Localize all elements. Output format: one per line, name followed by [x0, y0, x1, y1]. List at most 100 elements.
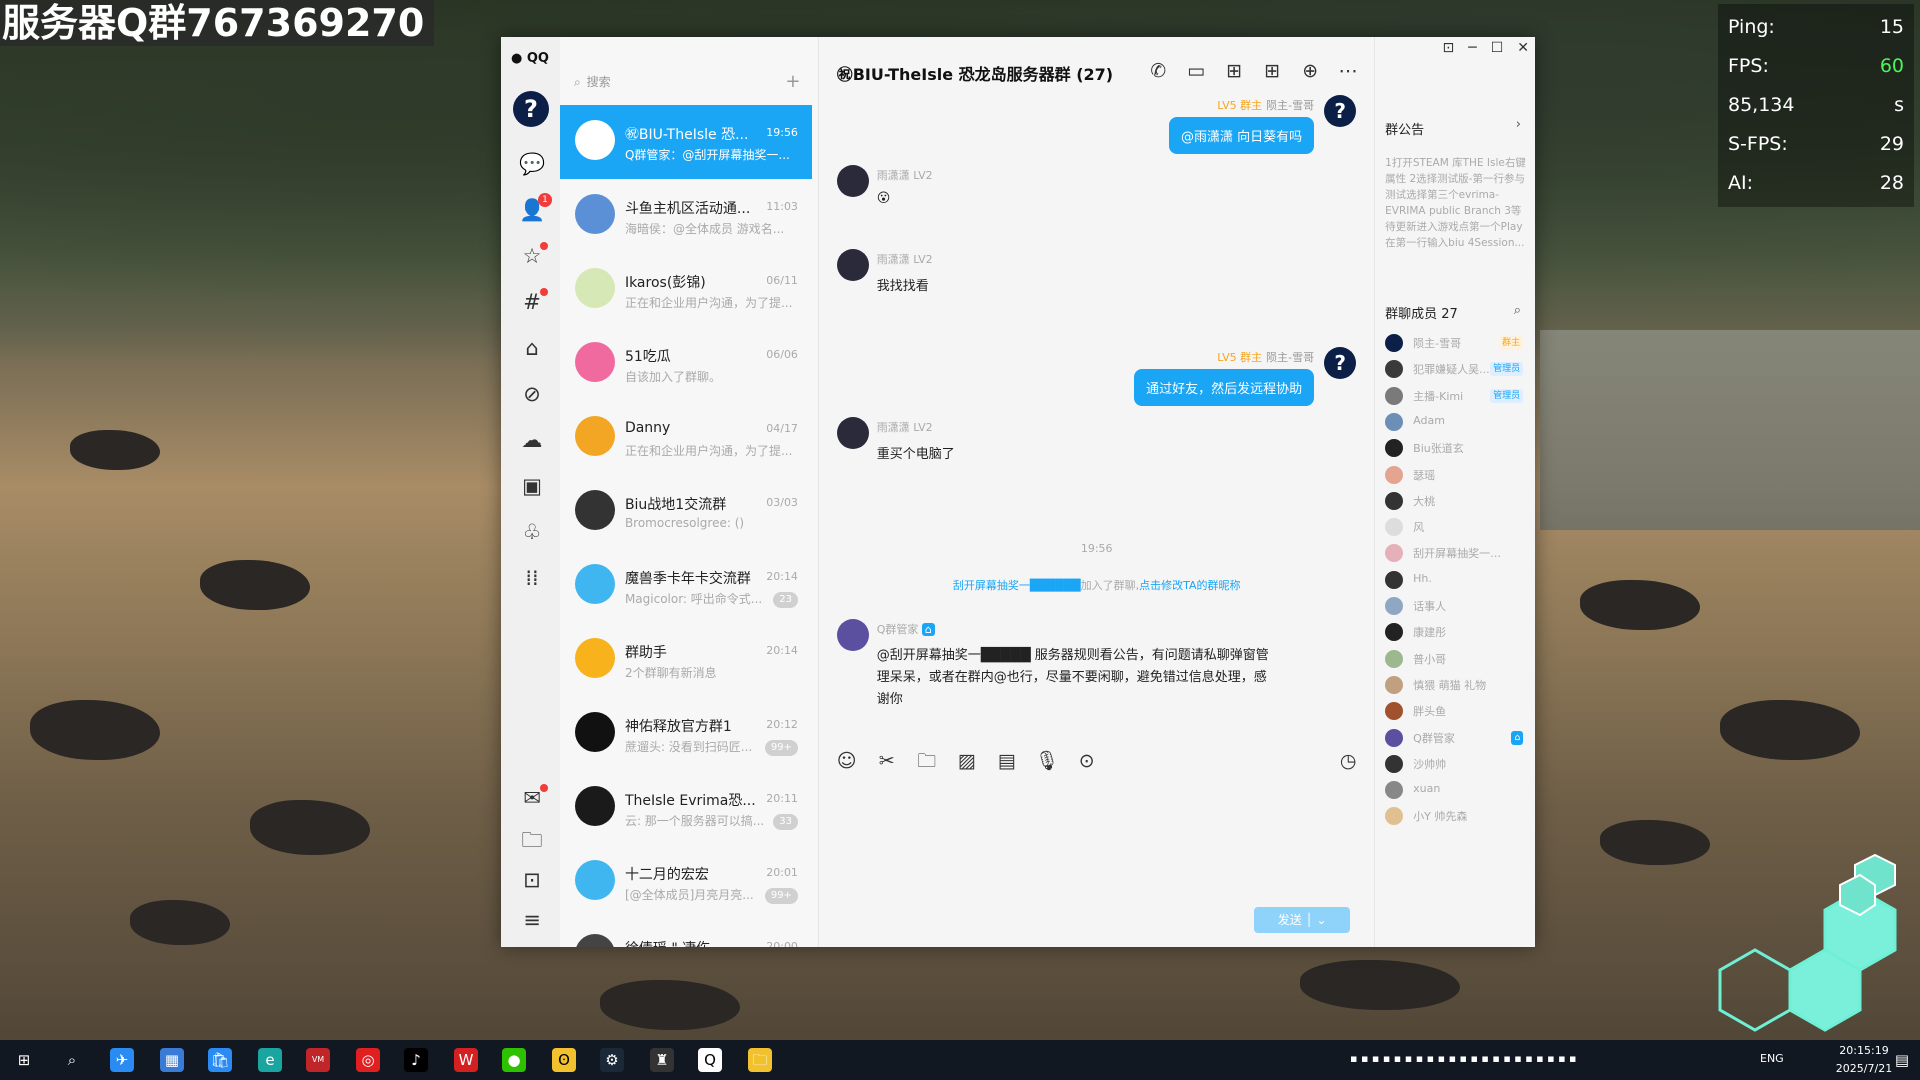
store-icon[interactable]: 🛍 [208, 1048, 232, 1072]
red-packet-icon[interactable]: ▤ [995, 749, 1019, 773]
history-icon[interactable]: ◷ [1336, 749, 1360, 773]
member-item[interactable]: 瑟瑶 [1385, 465, 1535, 485]
system-tray-icons[interactable]: ▪ ▪ ▪ ▪ ▪ ▪ ▪ ▪ ▪ ▪ ▪ ▪ ▪ ▪ ▪ ▪ ▪ ▪ ▪ ▪ … [1350, 1052, 1577, 1065]
microphone-icon[interactable]: 🎙 [1035, 749, 1059, 773]
apps-icon[interactable]: ⁞⁞ [519, 565, 545, 591]
conversation-item[interactable]: 魔兽季卡年卡交流群 20:14 Magicolor: 呼出命令式... 23 [560, 549, 812, 623]
language-indicator[interactable]: ENG [1760, 1052, 1784, 1065]
member-item[interactable]: 犯罪嫌疑人吴... 管理员 [1385, 359, 1535, 379]
conversation-item[interactable]: 斗鱼主机区活动通... 11:03 海暗侯：@全体成员 游戏名... [560, 179, 812, 253]
sender-avatar[interactable] [836, 417, 869, 449]
member-item[interactable]: 胖头鱼 [1385, 701, 1535, 721]
maximize-icon[interactable]: ☐ [1491, 40, 1504, 56]
sender-avatar[interactable] [836, 165, 869, 197]
bot-avatar[interactable] [836, 619, 869, 651]
send-button[interactable]: 发送 │ ⌄ [1254, 907, 1351, 933]
chat-icon[interactable]: 💬 [519, 151, 545, 177]
message-text[interactable]: 重买个电脑了 [877, 443, 955, 462]
notification-icon[interactable]: ▤ [1890, 1048, 1914, 1072]
message-text[interactable]: @刮开屏幕抽奖一█████ 服务器规则看公告，有问题请私聊弹窗管理呆呆，或者在群… [877, 645, 1277, 711]
owl-app-icon[interactable]: ʘ [552, 1048, 576, 1072]
bookmark-icon[interactable]: ⊡ [519, 867, 545, 893]
conversation-item[interactable]: 徐倩瑶 " 凄伤20:00 [560, 919, 812, 947]
more-icon[interactable]: ⋯ [1336, 59, 1360, 83]
video-icon[interactable]: ▭ [1184, 59, 1208, 83]
wechat-icon[interactable]: ● [502, 1048, 526, 1072]
conversation-item[interactable]: 十二月的宏宏 20:01 [@全体成员]月亮月亮... 99+ [560, 845, 812, 919]
member-item[interactable]: Biu张道玄 [1385, 438, 1535, 458]
conversation-item[interactable]: Danny 04/17 正在和企业用户沟通，为了提... [560, 401, 812, 475]
tiktok-icon[interactable]: ♪ [404, 1048, 428, 1072]
conversation-item[interactable]: 51吃瓜 06/06 自该加入了群聊。 [560, 327, 812, 401]
image-icon[interactable]: ▨ [955, 749, 979, 773]
message-bubble[interactable]: 通过好友，然后发远程协助 [1134, 369, 1315, 406]
member-item[interactable]: 小Y 帅先森 [1385, 806, 1535, 826]
pin-icon[interactable]: ⊡ [1443, 40, 1455, 56]
game-icon[interactable]: ▣ [519, 473, 545, 499]
member-item[interactable]: 话事人 [1385, 596, 1535, 616]
conversation-item[interactable]: 神佑释放官方群1 20:12 蔗遛头: 没看到扫码匠... 99+ [560, 697, 812, 771]
close-icon[interactable]: ✕ [1517, 40, 1529, 56]
file-explorer-icon[interactable]: 🗀 [748, 1048, 772, 1072]
netease-music-icon[interactable]: ◎ [356, 1048, 380, 1072]
member-item[interactable]: 康建彤 [1385, 622, 1535, 642]
taskbar-clock[interactable]: 20:15:19 2025/7/21 [1832, 1042, 1896, 1078]
member-item[interactable]: 刮开屏幕抽奖一████... [1385, 543, 1535, 563]
member-item[interactable]: 普小哥 [1385, 649, 1535, 669]
add-circle-icon[interactable]: ⊕ [1298, 59, 1322, 83]
emoji-icon[interactable]: ☺ [835, 749, 859, 773]
member-item[interactable]: Q群管家 ⌂ [1385, 728, 1535, 748]
wps-icon[interactable]: W [454, 1048, 478, 1072]
conversation-item[interactable]: TheIsle Evrima恐... 20:11 云: 那一个服务器可以搞... 33 [560, 771, 812, 845]
new-member-link[interactable]: 刮开屏幕抽奖一██████ [953, 579, 1081, 592]
message-text[interactable]: 我找找看 [877, 275, 929, 294]
member-item[interactable]: 风 [1385, 517, 1535, 537]
edge-icon[interactable]: e [258, 1048, 282, 1072]
menu-icon[interactable]: ≡ [519, 907, 545, 933]
member-item[interactable]: 大桃 [1385, 491, 1535, 511]
announcement-title[interactable]: 群公告 [1385, 119, 1424, 138]
qq-taskbar-icon[interactable]: Q [698, 1048, 722, 1072]
message-text[interactable]: 😮 [877, 191, 891, 206]
scissors-icon[interactable]: ✂ [875, 749, 899, 773]
folder-icon[interactable]: 🗀 [519, 827, 545, 853]
robot-icon[interactable]: ⊙ [1075, 749, 1099, 773]
member-item[interactable]: xuan [1385, 780, 1535, 800]
conversation-item[interactable]: 群助手 20:14 2个群聊有新消息 [560, 623, 812, 697]
phone-icon[interactable]: ✆ [1146, 59, 1170, 83]
windows-start-icon[interactable]: ⊞ [12, 1048, 36, 1072]
sender-avatar[interactable] [836, 249, 869, 281]
steam-icon[interactable]: ⚙ [600, 1048, 624, 1072]
member-item[interactable]: 主播-Kimi 管理员 [1385, 386, 1535, 406]
member-item[interactable]: 沙帅帅 [1385, 754, 1535, 774]
member-item[interactable]: 慎猥 萌猫 礼物 [1385, 675, 1535, 695]
user-avatar[interactable]: ? [513, 91, 549, 127]
voicemeeter-icon[interactable]: VM [306, 1048, 330, 1072]
game-app-icon[interactable]: ♜ [650, 1048, 674, 1072]
screen-share-icon[interactable]: ⊞ [1222, 59, 1246, 83]
announcement-body[interactable]: 1打开STEAM 库THE Isle右键属性 2选择测试版-第一行参与测试选择第… [1385, 155, 1530, 251]
conversation-item[interactable]: ㊗BIU-TheIsle 恐... 19:56 Q群管家：@刮开屏幕抽奖一... [559, 105, 812, 179]
member-item[interactable]: 陨主-雪哥 群主 [1385, 333, 1535, 353]
calculator-icon[interactable]: ▦ [160, 1048, 184, 1072]
chevron-right-icon[interactable]: › [1516, 117, 1521, 132]
message-bubble[interactable]: @雨潇潇 向日葵有吗 [1169, 117, 1315, 154]
search-icon[interactable]: ⌕ [60, 1048, 84, 1072]
member-item[interactable]: Adam [1385, 412, 1535, 432]
penguin-icon[interactable]: ♧ [519, 519, 545, 545]
link-icon[interactable]: ⊘ [519, 381, 545, 407]
add-button[interactable]: + [780, 69, 806, 95]
book-icon[interactable]: ⌂ [519, 335, 545, 361]
member-item[interactable]: Hh. [1385, 570, 1535, 590]
app-icon[interactable]: ✈ [110, 1048, 134, 1072]
rename-link[interactable]: 点击修改TA的群昵称 [1139, 579, 1240, 592]
cloud-icon[interactable]: ☁ [519, 427, 545, 453]
sender-avatar[interactable]: ? [1324, 95, 1357, 127]
conversation-item[interactable]: Biu战地1交流群 03/03 Bromocresolgree: () [560, 475, 812, 549]
minimize-icon[interactable]: ─ [1468, 40, 1476, 56]
sender-avatar[interactable]: ? [1324, 347, 1357, 379]
search-input[interactable]: ⌕ 搜索 [574, 69, 774, 95]
apps-grid-icon[interactable]: ⊞ [1260, 59, 1284, 83]
member-search-icon[interactable]: ⌕ [1514, 303, 1521, 318]
folder-icon[interactable]: 🗀 [915, 749, 939, 773]
